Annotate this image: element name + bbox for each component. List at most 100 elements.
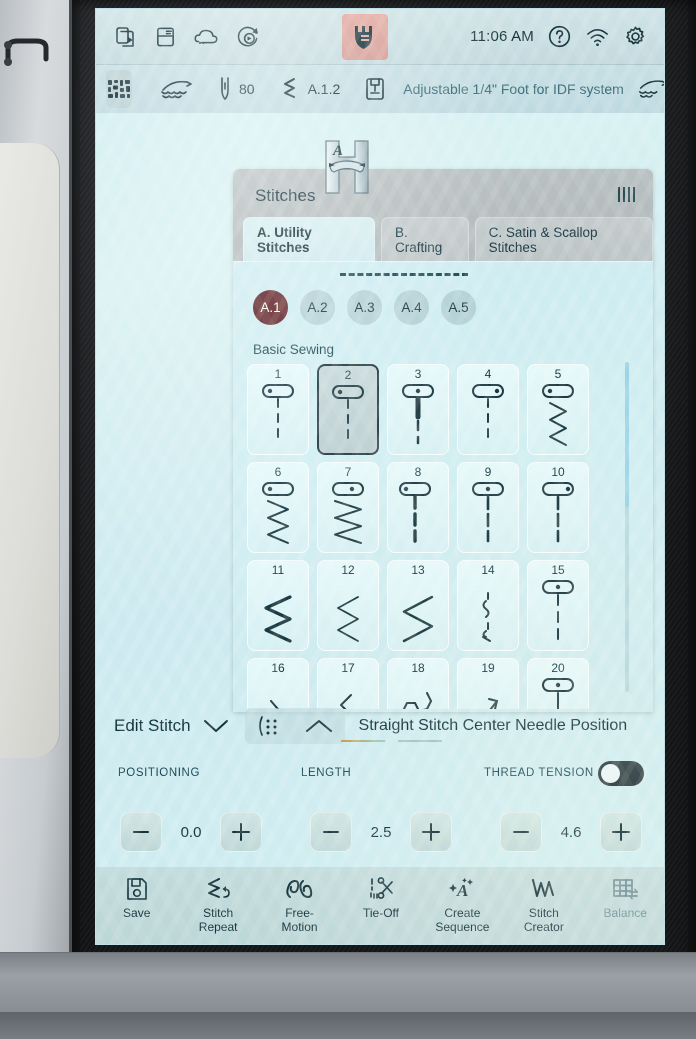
- thread-tension-plus-button[interactable]: [600, 812, 642, 852]
- stitch-cell-16[interactable]: 16: [247, 658, 309, 709]
- stitch-grid-scroll[interactable]: 1 2 3 4 5 6 7 8 9 10 11 12 13 14 15 16 17 18 19 20: [247, 364, 615, 709]
- tab-crafting[interactable]: B. Crafting: [380, 217, 469, 261]
- pill-a5[interactable]: A.5: [441, 290, 476, 325]
- feed-dog-indicator[interactable]: [148, 76, 206, 102]
- stitch-density-icon[interactable]: [255, 713, 285, 739]
- current-stitch-value: A.1.2: [307, 81, 341, 97]
- stitch-creator-button[interactable]: Stitch Creator: [503, 875, 584, 934]
- sewing-machine-body: 11:06 AM 80 A.1.2 Adjustable 1/4" Foot f…: [0, 0, 696, 1039]
- settings-gear-icon[interactable]: [623, 24, 648, 49]
- stitch-cell-8[interactable]: 8: [387, 462, 449, 553]
- length-label: LENGTH: [301, 767, 352, 779]
- stitch-number: 2: [344, 368, 352, 382]
- stitch-number: 11: [271, 563, 285, 577]
- stitch-cell-4[interactable]: 4: [457, 364, 519, 455]
- idf-feed-icon[interactable]: [636, 76, 665, 102]
- stitch-cell-13[interactable]: 13: [387, 560, 449, 651]
- plus-icon: [422, 823, 440, 841]
- save-button[interactable]: Save: [96, 875, 177, 920]
- stitch-cell-11[interactable]: 11: [247, 560, 309, 651]
- stitch-art-straight-right-icon: [458, 381, 518, 454]
- pill-a2[interactable]: A.2: [300, 290, 335, 325]
- create-sequence-button[interactable]: A Create Sequence: [422, 875, 503, 934]
- stitch-art-zigzag-wide-icon: [318, 479, 378, 552]
- stitch-art-straight-dashed-icon: [319, 382, 377, 453]
- update-refresh-icon[interactable]: [235, 25, 260, 49]
- edit-tab-underline-active: [341, 740, 385, 742]
- positioning-plus-button[interactable]: [220, 812, 262, 852]
- pill-a4[interactable]: A.4: [394, 290, 429, 325]
- positioning-minus-button[interactable]: [120, 812, 162, 852]
- thread-tension-minus-button[interactable]: [500, 812, 542, 852]
- stitch-number: 12: [341, 563, 355, 577]
- stitch-cell-5[interactable]: 5: [527, 364, 589, 455]
- stitch-number: 19: [481, 661, 495, 675]
- stitch-cell-10[interactable]: 10: [527, 462, 589, 553]
- create-sequence-label: Create Sequence: [435, 906, 490, 934]
- stitch-cell-19[interactable]: 19: [457, 658, 519, 709]
- tab-utility-stitches[interactable]: A. Utility Stitches: [243, 217, 375, 261]
- stitch-cell-9[interactable]: 9: [457, 462, 519, 553]
- help-question-icon[interactable]: [547, 24, 572, 49]
- pill-a1[interactable]: A.1: [253, 290, 288, 325]
- stitch-number: 7: [344, 465, 352, 479]
- stitch-cell-7[interactable]: 7: [317, 462, 379, 553]
- stitches-dialog: Stitches A. Utility Stitches B. Crafting…: [233, 169, 654, 712]
- length-plus-button[interactable]: [410, 812, 452, 852]
- stitch-number: 15: [551, 563, 565, 577]
- stitch-cell-1[interactable]: 1: [247, 364, 309, 455]
- tab-satin-scallop[interactable]: C. Satin & Scallop Stitches: [474, 217, 654, 261]
- zigzag-stitch-icon: [283, 78, 295, 98]
- stitch-number: 10: [551, 465, 565, 479]
- stitch-grid-scrollbar[interactable]: [625, 362, 629, 692]
- thread-tension-toggle[interactable]: [598, 761, 644, 786]
- stitch-number: 4: [484, 367, 492, 381]
- chevron-down-icon[interactable]: [201, 717, 231, 735]
- svg-text:A: A: [456, 881, 468, 900]
- svg-text:A: A: [332, 143, 343, 159]
- stitch-art-straight-needle-down-icon: [528, 577, 588, 650]
- stitch-repeat-button[interactable]: Stitch Repeat: [177, 875, 258, 934]
- stitch-cell-18[interactable]: 18: [387, 658, 449, 709]
- needle-size-indicator[interactable]: 80: [206, 76, 267, 102]
- current-stitch-indicator[interactable]: A.1.2: [267, 76, 353, 102]
- stitch-cell-14[interactable]: 14: [457, 560, 519, 651]
- stitch-art-zigzag-bold-icon: [248, 577, 308, 650]
- positioning-label: POSITIONING: [118, 767, 200, 779]
- chevron-up-icon[interactable]: [303, 717, 335, 735]
- stitch-cell-12[interactable]: 12: [317, 560, 379, 651]
- stitch-grid: 1 2 3 4 5 6 7 8 9 10 11 12 13 14 15 16 17 18 19 20: [247, 364, 615, 709]
- touchscreen[interactable]: 11:06 AM 80 A.1.2 Adjustable 1/4" Foot f…: [95, 8, 665, 945]
- pill-a3[interactable]: A.3: [347, 290, 382, 325]
- file-transfer-icon[interactable]: [114, 25, 138, 49]
- manual-book-icon[interactable]: [154, 25, 177, 49]
- cloud-icon[interactable]: [193, 26, 219, 48]
- stitch-cell-3[interactable]: 3: [387, 364, 449, 455]
- stitch-number: 5: [554, 367, 562, 381]
- stitch-cell-17[interactable]: 17: [317, 658, 379, 709]
- stitch-art-straight-center-dashed-icon: [458, 479, 518, 552]
- edit-stitch-bar: Edit Stitch Straight Stitch Center Needl…: [96, 703, 664, 749]
- balance-button[interactable]: Balance: [585, 875, 664, 920]
- stitch-cell-6[interactable]: 6: [247, 462, 309, 553]
- brand-home-button[interactable]: [342, 13, 389, 60]
- wifi-icon[interactable]: [585, 26, 610, 48]
- presser-foot-indicator[interactable]: Adjustable 1/4" Foot for IDF system: [352, 76, 636, 102]
- free-motion-button[interactable]: Free- Motion: [259, 875, 340, 934]
- stitch-cell-20[interactable]: 20: [527, 658, 589, 709]
- stitch-cell-15[interactable]: 15: [527, 560, 589, 651]
- machine-info-bar: 80 A.1.2 Adjustable 1/4" Foot for IDF sy…: [96, 65, 664, 113]
- machine-bottom-edge: [0, 1012, 696, 1039]
- edit-tab-underline: [398, 740, 442, 742]
- stitch-art-straight-right-dashed-icon: [528, 479, 588, 552]
- stitch-number: 6: [274, 465, 282, 479]
- stitch-art-straight-left-thick-icon: [388, 479, 448, 552]
- stitch-cell-2[interactable]: 2: [317, 364, 379, 455]
- length-minus-button[interactable]: [310, 812, 352, 852]
- plus-icon: [232, 823, 250, 841]
- tie-off-button[interactable]: Tie-Off: [340, 875, 421, 920]
- free-motion-label: Free- Motion: [281, 906, 318, 934]
- positioning-value: 0.0: [180, 823, 202, 841]
- stitch-plate-button[interactable]: [106, 70, 132, 108]
- drag-grip-icon[interactable]: [618, 187, 635, 202]
